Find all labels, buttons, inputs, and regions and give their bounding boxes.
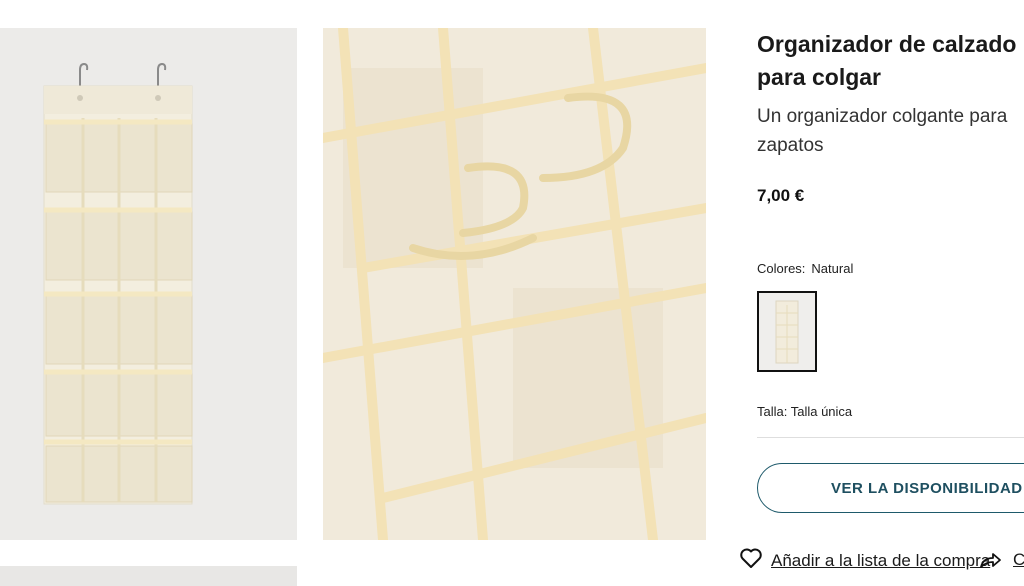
secondary-link[interactable]: C [1013,550,1024,570]
product-description: Un organizador colgante para zapatos [757,102,1024,160]
colors-label-text: Colores: [757,261,806,276]
product-price: 7,00 € [757,186,805,205]
heart-outline-icon [739,547,763,574]
fabric-detail-illustration [323,28,706,540]
wishlist-link-text[interactable]: Añadir a la lista de la compra [771,551,990,571]
product-description-line1: Un organizador colgante para [757,106,1008,127]
product-image-thumbnail-next[interactable] [0,566,297,586]
product-image-main[interactable] [0,28,297,540]
colors-label: Colores: Natural [757,261,853,276]
product-image-detail[interactable] [323,28,706,540]
selected-color: Natural [811,261,854,276]
swatch-thumbnail [759,293,815,370]
divider [757,437,1024,438]
shoe-organizer-illustration [43,62,193,505]
size-label: Talla: Talla única [757,404,853,419]
product-description-line2: zapatos [757,135,824,156]
add-to-shopping-list[interactable]: Añadir a la lista de la compra [739,547,990,574]
product-title-line1: Organizador de calzado [757,31,1017,57]
share-arrow-icon[interactable] [978,550,1002,575]
product-title: Organizador de calzado para colgar [757,28,1024,94]
product-title-line2: para colgar [757,64,881,90]
color-swatch-natural[interactable] [757,291,817,372]
availability-button[interactable]: VER LA DISPONIBILIDAD [757,463,1024,513]
